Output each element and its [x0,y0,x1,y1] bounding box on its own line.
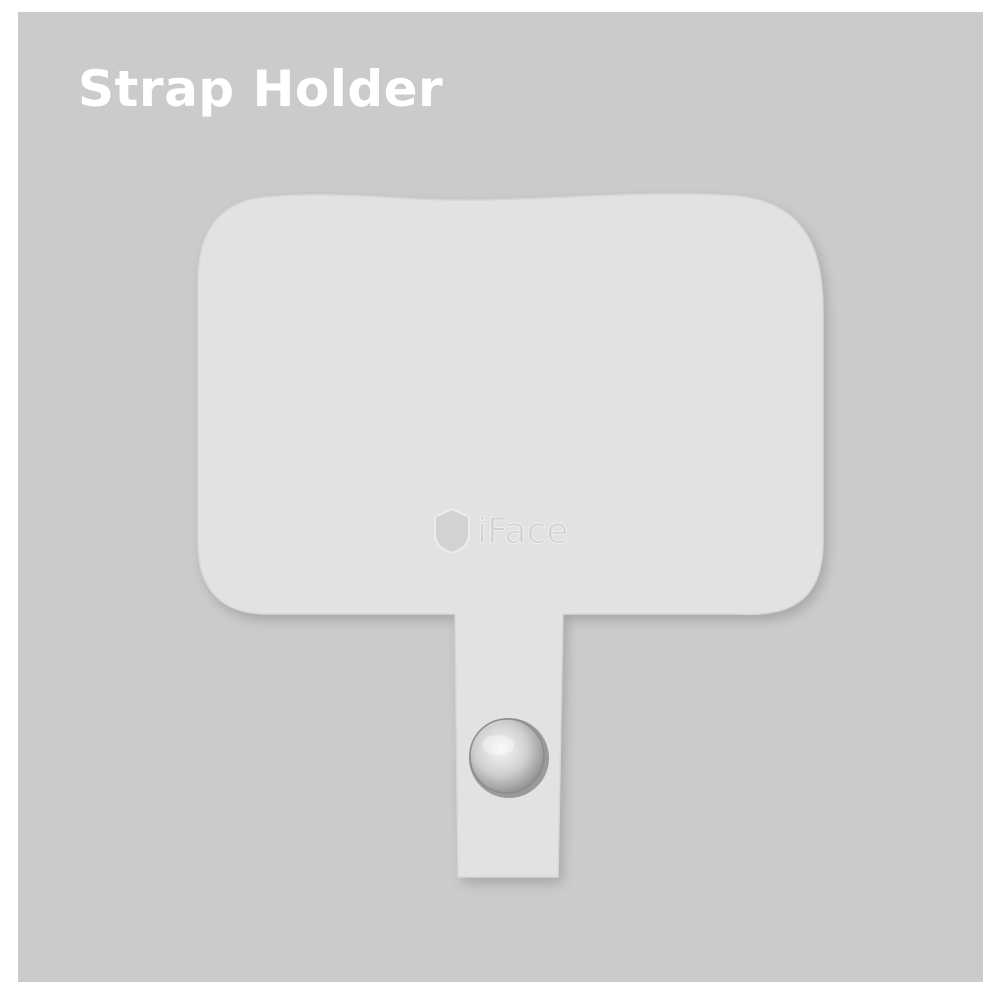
shield-logo-icon [434,507,470,555]
brand-logo: iFace [434,507,569,555]
metal-snap-button-icon [469,718,549,798]
brand-text: iFace [477,511,568,552]
photo-frame: iFace Strap Holder [18,12,983,982]
product-photo: iFace [18,12,983,982]
page-title: Strap Holder [78,60,444,118]
